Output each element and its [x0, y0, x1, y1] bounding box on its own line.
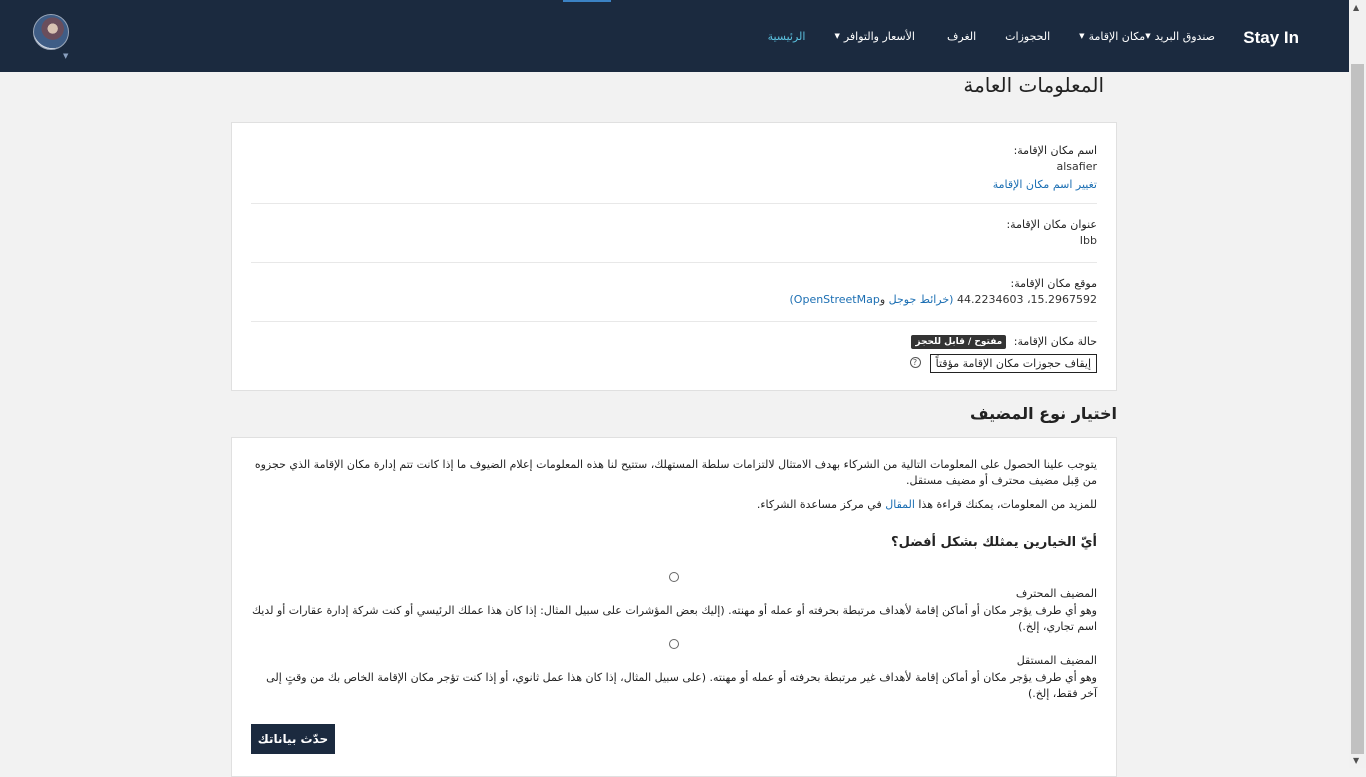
openstreetmap-link[interactable]: OpenStreetMap) — [790, 293, 880, 306]
user-avatar-icon[interactable] — [33, 14, 69, 50]
nav-inbox-label: صندوق البريد — [1154, 29, 1215, 43]
nav-property[interactable]: مكان الإقامة ▼ — [1079, 27, 1145, 45]
top-navbar: Stay In الرئيسية الأسعار والتوافر ▼ الغر… — [0, 0, 1349, 72]
property-name-label: اسم مكان الإقامة: — [1013, 144, 1097, 157]
update-details-button[interactable]: حدّث بياناتك — [251, 724, 335, 754]
nav-property-label: مكان الإقامة — [1088, 29, 1146, 43]
scroll-up-icon[interactable]: ▲ — [1353, 3, 1359, 12]
article-link[interactable]: المقال — [885, 498, 915, 511]
scroll-down-icon[interactable]: ▼ — [1353, 756, 1359, 765]
more-info-before: للمزيد من المعلومات، يمكنك قراءة هذا — [914, 498, 1097, 511]
location-coordinates: 15.2967592، 44.2234603 — [956, 293, 1097, 306]
property-status-row: حالة مكان الإقامة: مفتوح / قابل للحجز — [251, 335, 1097, 349]
nav-home[interactable]: الرئيسية — [768, 27, 806, 45]
host-type-card: يتوجب علينا الحصول على المعلومات التالية… — [231, 437, 1117, 777]
chevron-down-icon: ▼ — [834, 32, 840, 40]
general-info-card: اسم مكان الإقامة: alsafier تغيير اسم مكا… — [231, 122, 1117, 391]
change-property-name-link[interactable]: تغيير اسم مكان الإقامة — [993, 178, 1097, 191]
scrollbar-thumb[interactable] — [1351, 64, 1364, 754]
nav-rooms-label: الغرف — [946, 29, 977, 43]
google-maps-link[interactable]: (خرائط جوجل — [889, 293, 954, 306]
chevron-down-icon: ▼ — [1079, 32, 1085, 40]
property-name-field: اسم مكان الإقامة: alsafier تغيير اسم مكا… — [251, 144, 1097, 192]
professional-host-radio[interactable] — [669, 572, 679, 582]
private-host-description: وهو أي طرف يؤجر مكان أو أماكن إقامة لأهد… — [266, 671, 1097, 700]
nav-home-label: الرئيسية — [767, 29, 806, 43]
page-title: المعلومات العامة — [963, 73, 1104, 97]
main-nav: الرئيسية الأسعار والتوافر ▼ الغرف الحجوز… — [741, 27, 1215, 45]
private-host-title: المضيف المستقل — [1016, 654, 1097, 667]
nav-rates-availability[interactable]: الأسعار والتوافر ▼ — [834, 27, 915, 45]
property-address-field: عنوان مكان الإقامة: Ibb — [251, 218, 1097, 247]
private-host-radio[interactable] — [669, 639, 679, 649]
property-status-label: حالة مكان الإقامة: — [1013, 335, 1097, 348]
property-status-field: حالة مكان الإقامة: مفتوح / قابل للحجز إي… — [251, 335, 1097, 373]
professional-host-description: وهو أي طرف يؤجر مكان أو أماكن إقامة لأهد… — [251, 604, 1097, 633]
nav-reservations-label: الحجوزات — [1005, 29, 1051, 43]
status-badge: مفتوح / قابل للحجز — [911, 335, 1007, 349]
pause-bookings-row: إيقاف حجوزات مكان الإقامة مؤقتاً ? — [251, 352, 1097, 373]
divider — [251, 321, 1097, 322]
divider — [251, 262, 1097, 263]
page-scrollbar[interactable]: ▲ ▼ — [1349, 0, 1366, 768]
professional-host-title: المضيف المحترف — [1015, 587, 1097, 600]
more-info-text: للمزيد من المعلومات، يمكنك قراءة هذا الم… — [251, 497, 1097, 513]
property-address-label: عنوان مكان الإقامة: — [1006, 218, 1097, 231]
property-location-field: موقع مكان الإقامة: 15.2967592، 44.223460… — [251, 277, 1098, 306]
property-address-value: Ibb — [1079, 234, 1097, 247]
property-name-value: alsafier — [1056, 160, 1098, 173]
host-type-question: أيّ الخيارين يمثلك بشكل أفضل؟ — [891, 535, 1097, 550]
nav-rooms[interactable]: الغرف — [947, 27, 976, 45]
help-icon[interactable]: ? — [909, 357, 921, 368]
brand-logo[interactable]: Stay In — [1243, 28, 1299, 48]
location-and-text: و — [879, 293, 889, 306]
loading-indicator — [563, 0, 611, 2]
pause-bookings-button[interactable]: إيقاف حجوزات مكان الإقامة مؤقتاً — [929, 354, 1097, 373]
property-location-label: موقع مكان الإقامة: — [1010, 277, 1097, 290]
avatar-chevron-down-icon[interactable]: ▼ — [63, 52, 68, 60]
nav-inbox[interactable]: صندوق البريد ▼ — [1145, 27, 1215, 45]
chevron-down-icon: ▼ — [1145, 32, 1151, 40]
more-info-after: في مركز مساعدة الشركاء. — [756, 498, 886, 511]
nav-rates-label: الأسعار والتوافر — [843, 29, 915, 43]
host-type-intro: يتوجب علينا الحصول على المعلومات التالية… — [254, 458, 1097, 487]
divider — [251, 203, 1097, 204]
nav-reservations[interactable]: الحجوزات — [1005, 27, 1050, 45]
property-location-value: 15.2967592، 44.2234603 (خرائط جوجل وOpen… — [251, 293, 1098, 306]
host-type-title: اختيار نوع المضيف — [970, 404, 1117, 423]
